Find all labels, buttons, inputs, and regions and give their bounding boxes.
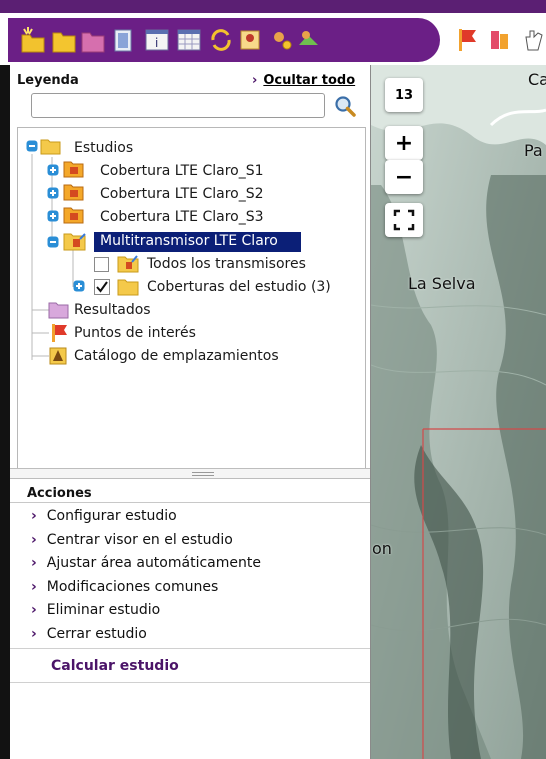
action-configure-study[interactable]: › Configurar estudio — [31, 508, 177, 524]
transmitters-icon — [117, 255, 139, 273]
splitter-grip-icon[interactable] — [192, 472, 214, 476]
new-folder-icon[interactable] — [20, 25, 46, 55]
user-list-icon[interactable] — [238, 25, 264, 55]
chevron-right-icon: › — [31, 579, 37, 595]
tree-item-site-catalog[interactable]: Catálogo de emplazamientos — [74, 348, 279, 364]
fullscreen-button[interactable] — [385, 203, 423, 237]
action-auto-fit-area[interactable]: › Ajustar área automáticamente — [31, 555, 261, 571]
map-label-la-selva: La Selva — [408, 274, 476, 293]
collapse-icon[interactable] — [47, 236, 59, 248]
checkbox-checked[interactable] — [94, 279, 110, 295]
tree-item-study-1[interactable]: Cobertura LTE Claro_S1 — [100, 163, 264, 179]
library-icon[interactable] — [111, 25, 137, 55]
tree-item-multitransmitter[interactable]: Multitransmisor LTE Claro — [100, 233, 278, 249]
results-folder-icon — [48, 302, 69, 319]
window-top-strip — [0, 0, 546, 13]
tree-item-study-2[interactable]: Cobertura LTE Claro_S2 — [100, 186, 264, 202]
flags-icon[interactable] — [487, 25, 513, 55]
action-label: Modificaciones comunes — [46, 579, 219, 595]
action-label: Cerrar estudio — [46, 626, 147, 642]
study-icon — [63, 184, 84, 201]
multitransmitter-icon — [63, 233, 86, 251]
hide-all-link[interactable]: › Ocultar todo — [252, 73, 355, 88]
left-border — [0, 65, 10, 759]
calculate-divider-bottom — [10, 682, 370, 683]
zoom-level-indicator: 13 — [385, 78, 423, 112]
tree-item-all-transmitters[interactable]: Todos los transmisores — [147, 256, 306, 272]
tree-item-points-of-interest[interactable]: Puntos de interés — [74, 325, 196, 341]
chevron-right-icon: › — [31, 626, 37, 642]
search-icon[interactable] — [332, 93, 358, 119]
map-label-pa: Pa — [524, 141, 543, 160]
study-icon — [63, 161, 84, 178]
point-of-interest-icon[interactable] — [455, 25, 481, 55]
chevron-right-icon: › — [31, 508, 37, 524]
chevron-right-icon: › — [31, 555, 37, 571]
legend-title: Leyenda — [17, 73, 79, 88]
site-catalog-icon — [49, 347, 67, 365]
open-folder-icon[interactable] — [51, 25, 77, 55]
tree-item-study-coverages[interactable]: Coberturas del estudio (3) — [147, 279, 331, 295]
map-label-ca: Ca — [528, 70, 546, 89]
calculate-divider-top — [10, 648, 370, 649]
panel-splitter[interactable] — [10, 468, 370, 479]
expand-icon[interactable] — [73, 280, 85, 292]
zoom-in-button[interactable]: + — [385, 126, 423, 160]
folder-icon — [40, 139, 61, 155]
action-label: Eliminar estudio — [46, 602, 161, 618]
point-of-interest-icon — [52, 324, 67, 342]
action-close-study[interactable]: › Cerrar estudio — [31, 626, 147, 642]
chevron-right-icon: › — [252, 73, 258, 88]
expand-icon[interactable] — [47, 187, 59, 199]
user-settings-icon[interactable] — [268, 25, 294, 55]
action-label: Configurar estudio — [46, 508, 177, 524]
actions-divider — [10, 502, 370, 503]
zoom-out-button[interactable]: − — [385, 160, 423, 194]
collapse-icon[interactable] — [26, 140, 38, 152]
hand-tool-icon[interactable] — [520, 25, 546, 55]
hide-all-label: Ocultar todo — [263, 73, 356, 88]
info-window-icon[interactable]: i — [144, 25, 170, 55]
tree-item-estudios[interactable]: Estudios — [74, 140, 133, 156]
calculate-study-button[interactable]: Calcular estudio — [51, 658, 179, 674]
tree-item-study-3[interactable]: Cobertura LTE Claro_S3 — [100, 209, 264, 225]
study-icon — [63, 207, 84, 224]
legend-search-input[interactable] — [31, 93, 325, 118]
fullscreen-icon — [393, 209, 415, 231]
chevron-right-icon: › — [31, 532, 37, 548]
checkbox-unchecked[interactable] — [94, 257, 109, 272]
actions-title: Acciones — [27, 486, 92, 501]
svg-text:i: i — [155, 36, 158, 50]
action-delete-study[interactable]: › Eliminar estudio — [31, 602, 160, 618]
expand-icon[interactable] — [47, 210, 59, 222]
expand-icon[interactable] — [47, 164, 59, 176]
tree-item-results[interactable]: Resultados — [74, 302, 151, 318]
action-label: Centrar visor en el estudio — [46, 532, 233, 548]
map-label-on: on — [372, 539, 392, 558]
action-common-modifications[interactable]: › Modificaciones comunes — [31, 579, 218, 595]
users-map-icon[interactable] — [296, 25, 322, 55]
action-label: Ajustar área automáticamente — [46, 555, 261, 571]
table-icon[interactable] — [176, 25, 202, 55]
folder-icon — [117, 279, 139, 296]
refresh-icon[interactable] — [208, 25, 234, 55]
chevron-right-icon: › — [31, 602, 37, 618]
results-folder-icon[interactable] — [80, 25, 106, 55]
action-center-view[interactable]: › Centrar visor en el estudio — [31, 532, 233, 548]
